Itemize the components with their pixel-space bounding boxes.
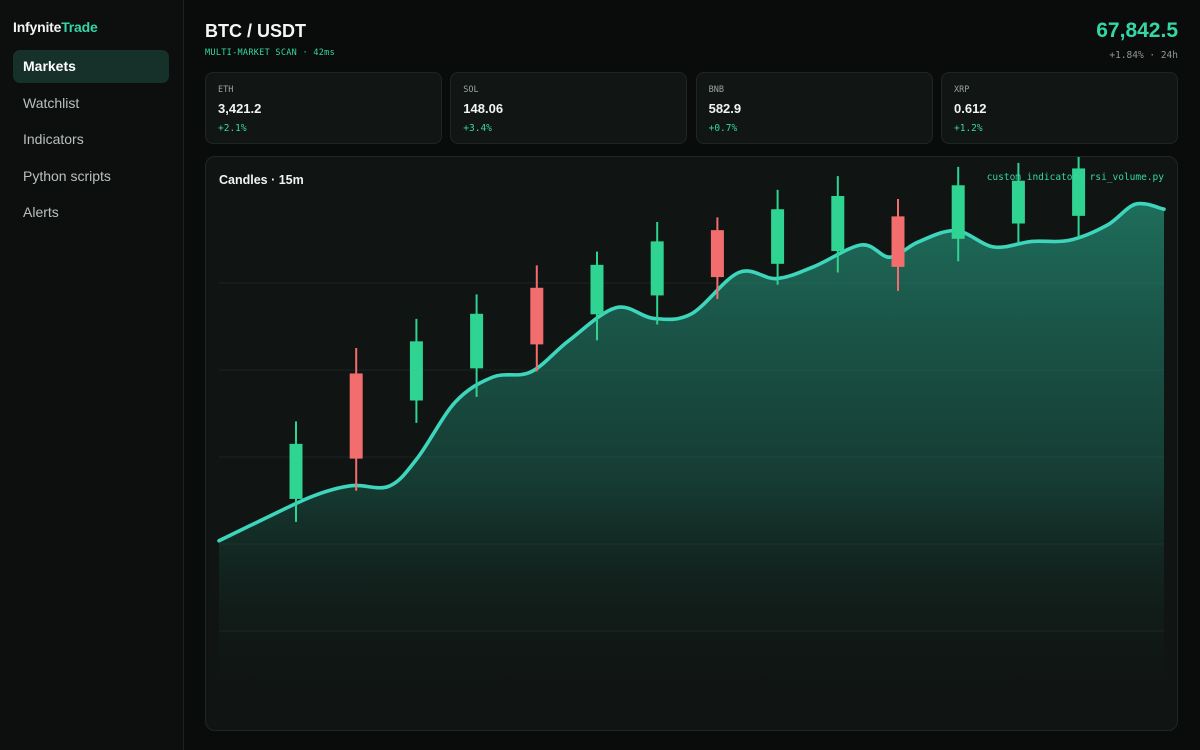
candle-body — [951, 185, 965, 239]
candle-body — [831, 195, 845, 252]
ticker-value: 3,421.2 — [218, 101, 262, 116]
candle-body — [409, 341, 423, 401]
candle-body — [349, 373, 363, 459]
candle-body — [590, 264, 604, 315]
chart-panel: Candles · 15m custom indicator: rsi_volu… — [205, 156, 1178, 731]
brand-logo[interactable]: InfyniteTrade — [13, 19, 98, 35]
ticker-change: +3.4% — [463, 123, 492, 134]
ticker-value: 0.612 — [954, 101, 987, 116]
sidebar-item-alerts[interactable]: Alerts — [13, 196, 169, 229]
custom-indicator-label[interactable]: custom indicator: rsi_volume.py — [987, 172, 1164, 183]
page-title: BTC / USDT — [205, 21, 306, 41]
ticker-value: 582.9 — [708, 101, 742, 116]
sidebar-item-markets[interactable]: Markets — [13, 50, 169, 83]
ticker-change: +1.2% — [954, 123, 983, 134]
brand-name-part2: Trade — [61, 19, 98, 35]
candle-body — [771, 209, 785, 264]
main-content: BTC / USDT MULTI-MARKET SCAN · 42ms 67,8… — [185, 0, 1200, 750]
sidebar: InfyniteTrade Markets Watchlist Indicato… — [0, 0, 184, 750]
candle-body — [891, 216, 905, 267]
candle[interactable] — [530, 265, 544, 372]
scan-subtitle: MULTI-MARKET SCAN · 42ms — [205, 48, 336, 58]
candle[interactable] — [650, 221, 664, 325]
candle-body — [1011, 180, 1025, 224]
price-change-24h: +1.84% · 24h — [1109, 50, 1178, 61]
brand-name-part1: Infynite — [13, 19, 62, 35]
ticker-card-bnb[interactable]: BNB 582.9 +0.7% — [695, 72, 933, 144]
ticker-change: +0.7% — [708, 123, 738, 134]
ticker-symbol: SOL — [463, 85, 479, 95]
candle-body — [289, 443, 303, 499]
ticker-card-sol[interactable]: SOL 148.06 +3.4% — [450, 72, 688, 144]
ticker-cards: ETH 3,421.2 +2.1% SOL 148.06 +3.4% BNB 5… — [205, 72, 1178, 144]
ticker-symbol: ETH — [218, 85, 234, 95]
ticker-card-eth[interactable]: ETH 3,421.2 +2.1% — [205, 72, 442, 144]
candle-body — [710, 230, 724, 278]
candlestick-chart[interactable] — [206, 157, 1178, 731]
sidebar-nav: Markets Watchlist Indicators Python scri… — [13, 50, 169, 233]
sidebar-item-python-scripts[interactable]: Python scripts — [13, 160, 169, 193]
candle-body — [530, 287, 544, 345]
candle[interactable] — [409, 318, 423, 423]
ticker-symbol: BNB — [708, 85, 724, 95]
ticker-card-xrp[interactable]: XRP 0.612 +1.2% — [941, 72, 1178, 144]
sidebar-item-indicators[interactable]: Indicators — [13, 123, 169, 156]
candle-body — [470, 313, 484, 369]
ticker-value: 148.06 — [463, 101, 504, 116]
candle[interactable] — [349, 347, 363, 491]
candle[interactable] — [771, 189, 785, 285]
candle-body — [650, 241, 664, 296]
candle[interactable] — [1072, 157, 1086, 238]
sidebar-item-watchlist[interactable]: Watchlist — [13, 87, 169, 120]
ticker-change: +2.1% — [218, 123, 247, 134]
chart-title: Candles · 15m — [219, 173, 304, 187]
current-price: 67,842.5 — [1096, 19, 1178, 42]
ticker-symbol: XRP — [954, 85, 970, 95]
